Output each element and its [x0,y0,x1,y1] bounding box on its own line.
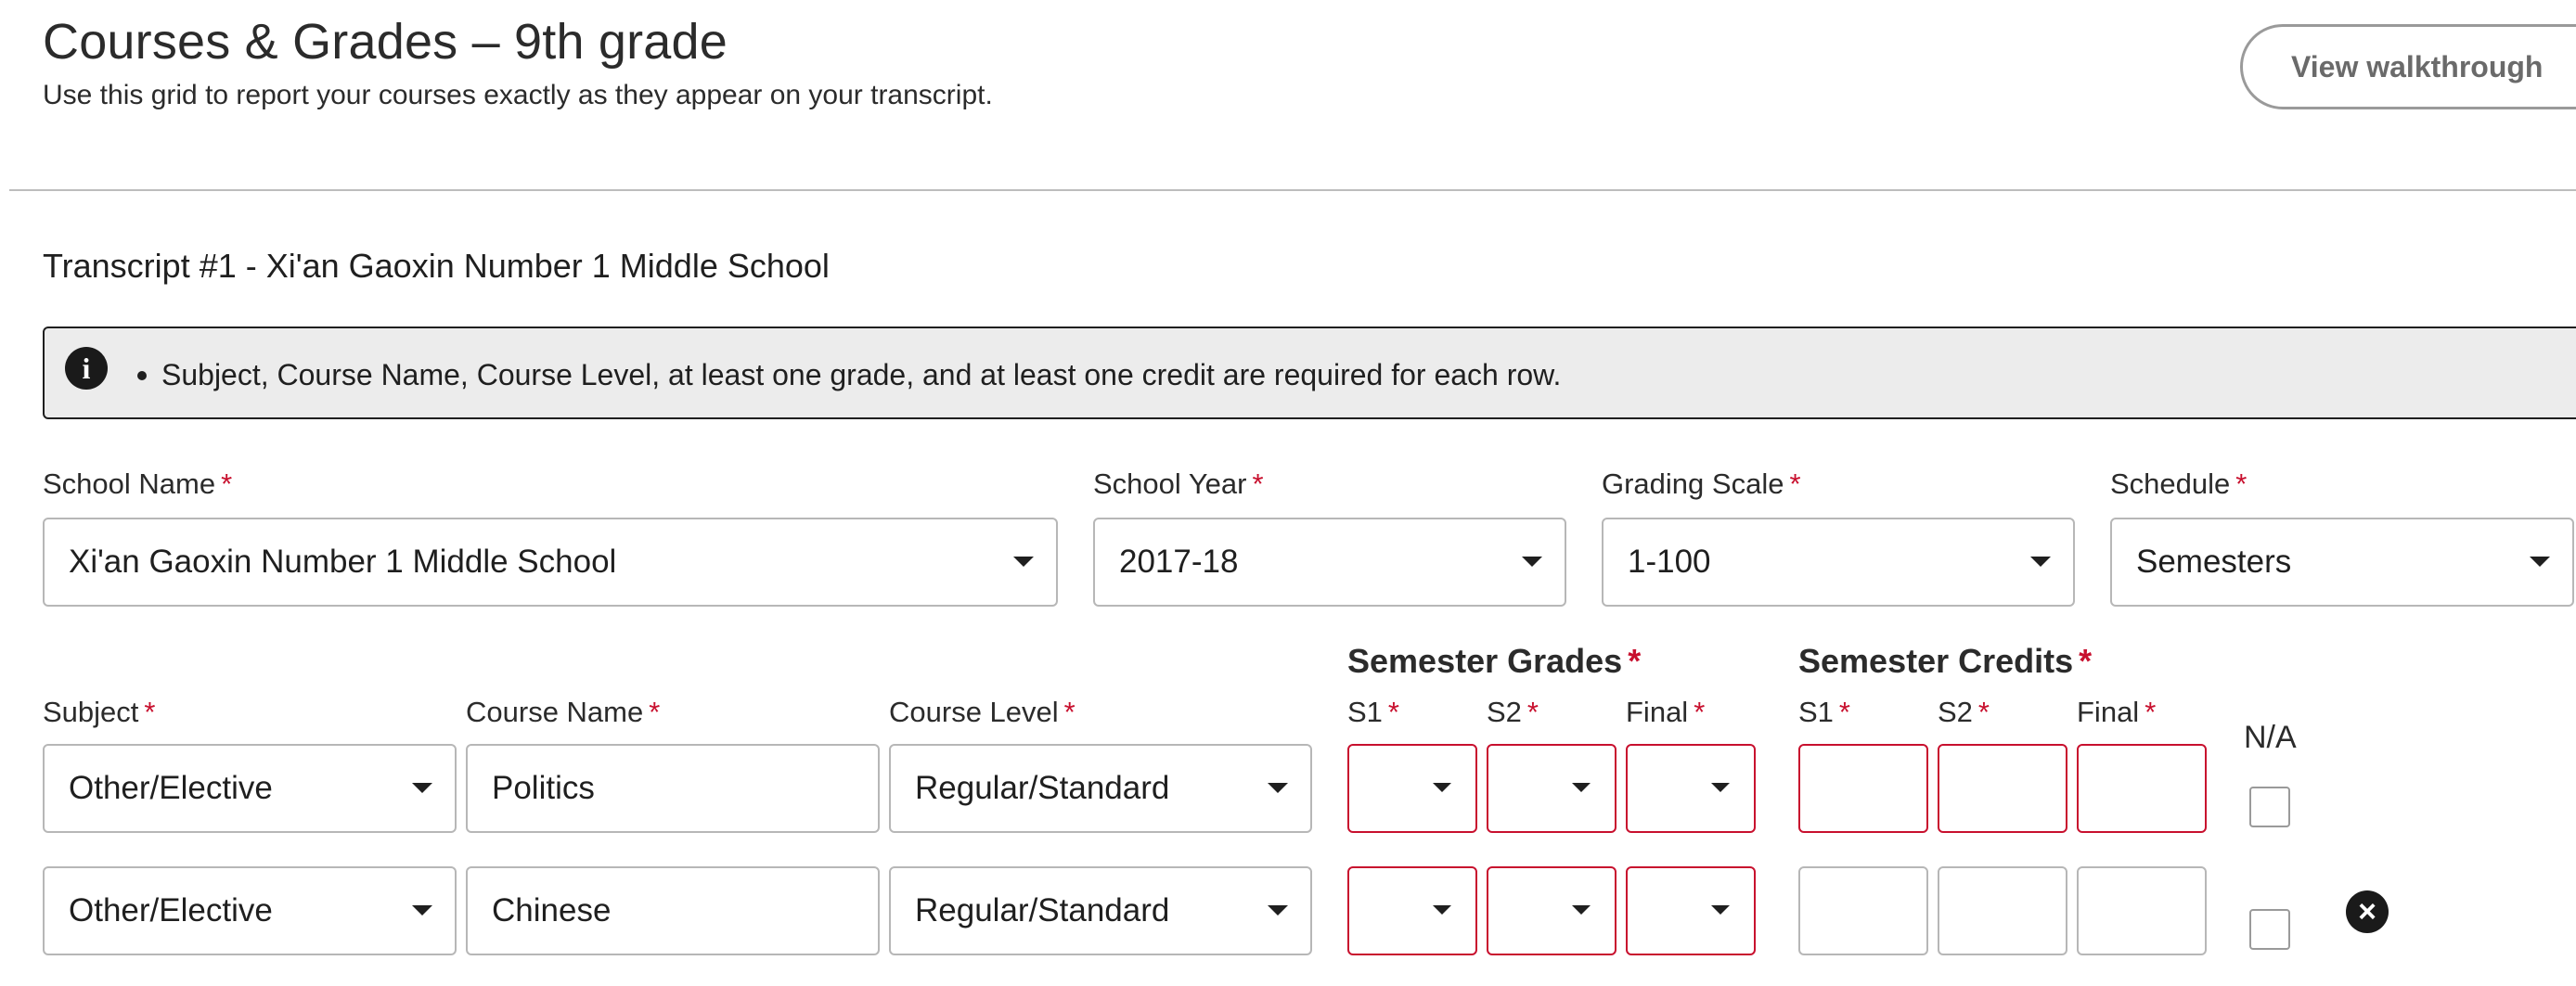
school-year-select[interactable]: 2017-18 [1093,518,1566,607]
grades-final-header: Final * [1626,696,1706,728]
school-name-select[interactable]: Xi'an Gaoxin Number 1 Middle School [43,518,1058,607]
course-name-header: Course Name * [466,696,661,728]
chevron-down-icon [1711,905,1730,915]
course-name-input[interactable]: Politics [466,744,880,833]
na-checkbox[interactable] [2249,787,2290,827]
subject-select[interactable]: Other/Elective [43,866,457,955]
school-name-label: School Name * [43,467,233,500]
na-checkbox[interactable] [2249,909,2290,950]
credits-s2-header: S2 * [1938,696,1990,728]
grade-final-select[interactable] [1626,866,1756,955]
chevron-down-icon [1572,905,1591,915]
transcript-heading: Transcript #1 - Xi'an Gaoxin Number 1 Mi… [43,247,830,285]
course-level-value: Regular/Standard [915,770,1170,806]
chevron-down-icon [1268,905,1288,916]
course-name-value: Chinese [492,892,612,928]
grade-s1-select[interactable] [1347,744,1477,833]
course-level-value: Regular/Standard [915,892,1170,928]
info-icon: i [65,347,108,390]
school-name-value: Xi'an Gaoxin Number 1 Middle School [69,544,617,580]
chevron-down-icon [1268,783,1288,793]
grades-s2-header: S2 * [1487,696,1539,728]
chevron-down-icon [2030,557,2051,567]
credit-s2-input[interactable] [1938,866,2067,955]
page-title: Courses & Grades – 9th grade [43,14,728,70]
grading-scale-value: 1-100 [1628,544,1711,580]
grading-scale-select[interactable]: 1-100 [1602,518,2075,607]
schedule-select[interactable]: Semesters [2110,518,2574,607]
chevron-down-icon [1572,783,1591,792]
course-name-input[interactable]: Chinese [466,866,880,955]
credits-s1-header: S1 * [1798,696,1850,728]
course-level-select[interactable]: Regular/Standard [889,744,1312,833]
info-banner: i Subject, Course Name, Course Level, at… [43,327,2576,419]
school-year-value: 2017-18 [1119,544,1239,580]
semester-grades-header: Semester Grades * [1347,642,1642,680]
semester-credits-header: Semester Credits * [1798,642,2093,680]
course-level-select[interactable]: Regular/Standard [889,866,1312,955]
credit-final-input[interactable] [2077,866,2207,955]
credit-s2-input[interactable] [1938,744,2067,833]
credits-final-header: Final * [2077,696,2157,728]
chevron-down-icon [1522,557,1542,567]
subject-header: Subject * [43,696,156,728]
na-header: N/A [2244,720,2297,755]
school-year-label: School Year * [1093,467,1264,500]
course-level-header: Course Level * [889,696,1075,728]
info-message: Subject, Course Name, Course Level, at l… [161,358,1562,391]
view-walkthrough-button[interactable]: View walkthrough [2240,24,2576,109]
chevron-down-icon [1433,905,1451,915]
remove-row-icon[interactable]: × [2346,890,2389,933]
subject-value: Other/Elective [69,892,273,928]
chevron-down-icon [1711,783,1730,792]
subject-select[interactable]: Other/Elective [43,744,457,833]
header-divider [9,189,2576,191]
page-subtitle: Use this grid to report your courses exa… [43,80,993,110]
chevron-down-icon [2530,557,2550,567]
subject-value: Other/Elective [69,770,273,806]
grading-scale-label: Grading Scale * [1602,467,1801,500]
grade-s2-select[interactable] [1487,744,1616,833]
credit-final-input[interactable] [2077,744,2207,833]
schedule-label: Schedule * [2110,467,2248,500]
bullet [137,371,147,380]
grades-s1-header: S1 * [1347,696,1399,728]
grade-final-select[interactable] [1626,744,1756,833]
chevron-down-icon [1013,557,1034,567]
credit-s1-input[interactable] [1798,744,1928,833]
credit-s1-input[interactable] [1798,866,1928,955]
grade-s2-select[interactable] [1487,866,1616,955]
schedule-value: Semesters [2136,544,2292,580]
course-name-value: Politics [492,770,595,806]
grade-s1-select[interactable] [1347,866,1477,955]
chevron-down-icon [412,783,432,793]
chevron-down-icon [1433,783,1451,792]
chevron-down-icon [412,905,432,916]
